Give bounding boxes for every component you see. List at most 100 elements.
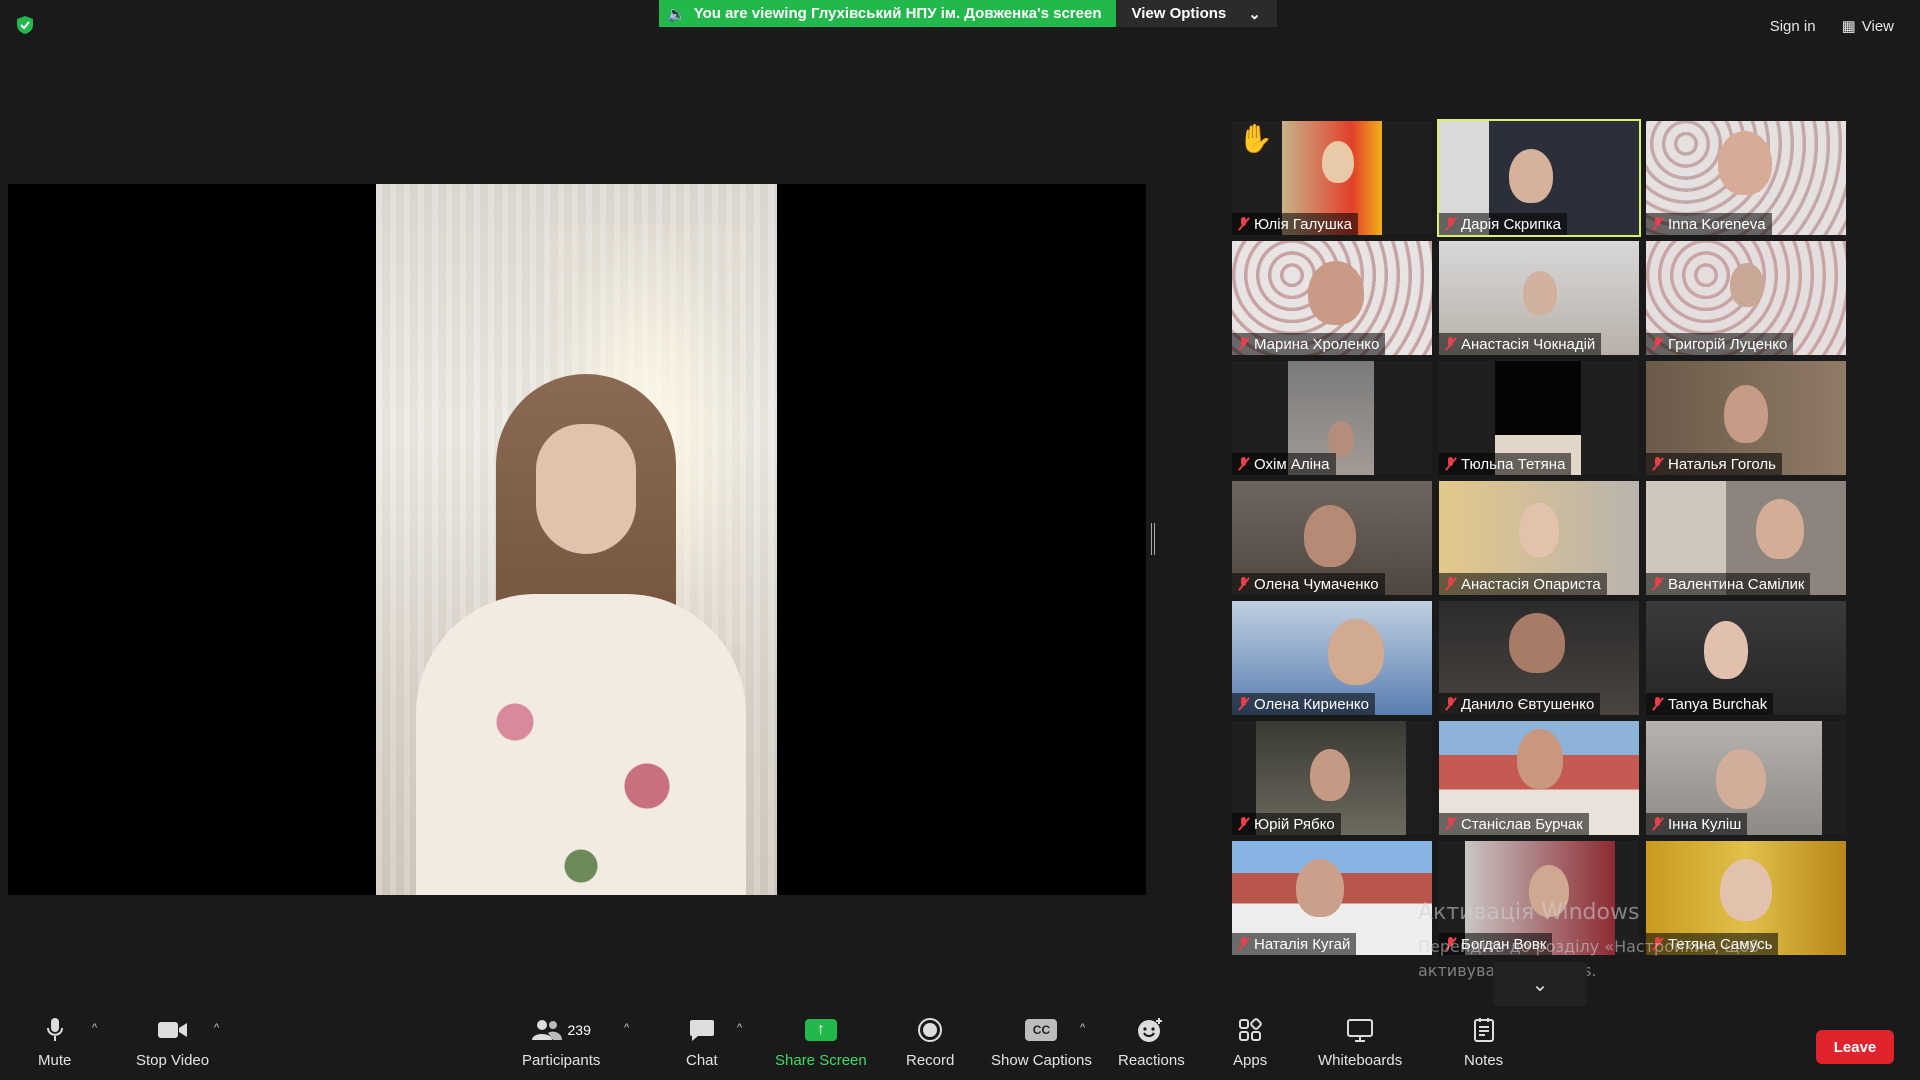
participants-options-caret[interactable]: ^: [624, 1022, 629, 1034]
participant-tile[interactable]: Марина Хроленко: [1232, 241, 1432, 355]
participant-face: [1296, 859, 1344, 917]
participant-name: Станіслав Бурчак: [1461, 815, 1583, 833]
viewing-indicator: 🔈 You are viewing Глухівський НПУ ім. До…: [659, 0, 1116, 27]
participant-tile[interactable]: Олена Кириенко: [1232, 601, 1432, 715]
captions-options-caret[interactable]: ^: [1080, 1022, 1085, 1034]
participant-tile[interactable]: Григорій Луценко: [1646, 241, 1846, 355]
muted-microphone-icon: [1652, 217, 1664, 231]
participant-name: Марина Хроленко: [1254, 335, 1380, 353]
participant-tile[interactable]: Інна Куліш: [1646, 721, 1846, 835]
resize-handle[interactable]: [1151, 523, 1155, 555]
participant-tile[interactable]: Inna Koreneva: [1646, 121, 1846, 235]
top-right-controls: Sign in ▦ View: [1762, 12, 1902, 40]
speaker-icon: 🔈: [667, 5, 686, 23]
muted-microphone-icon: [1445, 817, 1457, 831]
participant-tile[interactable]: Данило Євтушенко: [1439, 601, 1639, 715]
participant-tile[interactable]: Охім Аліна: [1232, 361, 1432, 475]
participants-button[interactable]: 239 Participants: [522, 1016, 600, 1069]
stop-video-button[interactable]: Stop Video: [136, 1016, 209, 1069]
view-label: View: [1861, 17, 1894, 35]
participant-name-tag: Юлія Галушка: [1232, 213, 1358, 235]
participant-tile[interactable]: Дарія Скрипка: [1437, 119, 1641, 237]
muted-microphone-icon: [1238, 337, 1250, 351]
gallery-scroll-down-button[interactable]: ⌄: [1493, 962, 1587, 1006]
record-button[interactable]: Record: [906, 1016, 954, 1069]
record-label: Record: [906, 1052, 955, 1069]
participant-tile[interactable]: Анастасія Опариста: [1439, 481, 1639, 595]
participant-name-tag: Олена Чумаченко: [1232, 573, 1385, 595]
participant-tile[interactable]: Наталья Гоголь: [1646, 361, 1846, 475]
participant-tile[interactable]: Валентина Самілик: [1646, 481, 1846, 595]
apps-icon: [1238, 1016, 1262, 1044]
participant-name-tag: Станіслав Бурчак: [1439, 813, 1589, 835]
leave-button[interactable]: Leave: [1816, 1030, 1894, 1064]
view-options-button[interactable]: View Options ⌄: [1115, 0, 1277, 27]
watermark-title: Активація Windows: [1418, 900, 1640, 925]
participant-name: Тюльпа Тетяна: [1461, 455, 1566, 473]
screen-share-banner: 🔈 You are viewing Глухівський НПУ ім. До…: [659, 0, 1277, 27]
smiley-icon: [1137, 1016, 1165, 1044]
participant-tile[interactable]: Тюльпа Тетяна: [1439, 361, 1639, 475]
participant-name-tag: Наталія Кугай: [1232, 933, 1357, 955]
participant-name: Інна Куліш: [1668, 815, 1742, 833]
muted-microphone-icon: [1445, 217, 1457, 231]
muted-microphone-icon: [1445, 337, 1457, 351]
participant-tile[interactable]: Станіслав Бурчак: [1439, 721, 1639, 835]
notes-button[interactable]: Notes: [1464, 1016, 1503, 1069]
participant-face: [1718, 131, 1772, 195]
participant-tile[interactable]: Олена Чумаченко: [1232, 481, 1432, 595]
chat-button[interactable]: Chat: [686, 1016, 718, 1069]
participant-face: [1328, 619, 1384, 685]
participant-face: [1756, 499, 1804, 559]
share-screen-icon: ↑: [804, 1019, 837, 1041]
chat-options-caret[interactable]: ^: [737, 1022, 742, 1034]
participant-tile[interactable]: Юрій Рябко: [1232, 721, 1432, 835]
participant-face: [1517, 729, 1563, 789]
participant-name-tag: Інна Куліш: [1646, 813, 1748, 835]
view-options-label: View Options: [1131, 5, 1227, 22]
muted-microphone-icon: [1445, 457, 1457, 471]
participant-name: Олена Кириенко: [1254, 695, 1369, 713]
encryption-shield-icon[interactable]: [15, 15, 35, 35]
participant-name-tag: Данило Євтушенко: [1439, 693, 1601, 715]
video-options-caret[interactable]: ^: [214, 1022, 219, 1034]
participant-name-tag: Григорій Луценко: [1646, 333, 1794, 355]
participant-tile[interactable]: ✋ Юлія Галушка: [1232, 121, 1432, 235]
audio-options-caret[interactable]: ^: [92, 1022, 97, 1034]
participant-name-tag: Охім Аліна: [1232, 453, 1336, 475]
participant-name: Григорій Луценко: [1668, 335, 1788, 353]
whiteboards-label: Whiteboards: [1318, 1052, 1403, 1069]
participant-tile[interactable]: Наталія Кугай: [1232, 841, 1432, 955]
participant-tile[interactable]: Анастасія Чокнадій: [1439, 241, 1639, 355]
chevron-down-icon: ⌄: [1248, 5, 1261, 23]
notes-label: Notes: [1464, 1052, 1504, 1069]
mute-button[interactable]: Mute: [38, 1016, 71, 1069]
participant-name: Данило Євтушенко: [1461, 695, 1595, 713]
whiteboard-icon: [1346, 1016, 1374, 1044]
participant-face: [1509, 613, 1565, 673]
participant-name: Юрій Рябко: [1254, 815, 1335, 833]
participant-face: [1519, 503, 1559, 557]
participant-tile[interactable]: Tanya Burchak: [1646, 601, 1846, 715]
participant-face: [1716, 749, 1766, 809]
sign-in-button[interactable]: Sign in: [1762, 13, 1824, 40]
muted-microphone-icon: [1652, 697, 1664, 711]
reactions-button[interactable]: Reactions: [1118, 1016, 1185, 1069]
whiteboards-button[interactable]: Whiteboards: [1318, 1016, 1402, 1069]
participants-label: Participants: [522, 1052, 601, 1069]
muted-microphone-icon: [1238, 577, 1250, 591]
share-screen-button[interactable]: ↑ Share Screen: [775, 1016, 867, 1069]
apps-button[interactable]: Apps: [1233, 1016, 1267, 1069]
participant-name: Охім Аліна: [1254, 455, 1330, 473]
participant-face: [1304, 505, 1356, 567]
show-captions-button[interactable]: CC Show Captions: [991, 1016, 1092, 1069]
video-camera-icon: [157, 1016, 189, 1044]
participant-name: Олена Чумаченко: [1254, 575, 1379, 593]
view-button[interactable]: ▦ View: [1834, 12, 1902, 40]
participant-name: Tanya Burchak: [1668, 695, 1768, 713]
shared-screen: [8, 184, 1146, 895]
participant-face: [1328, 421, 1354, 457]
windows-activation-watermark: Активація Windows Перейдіть до розділу «…: [1418, 900, 1848, 983]
participant-name: Валентина Самілик: [1668, 575, 1805, 593]
muted-microphone-icon: [1445, 697, 1457, 711]
